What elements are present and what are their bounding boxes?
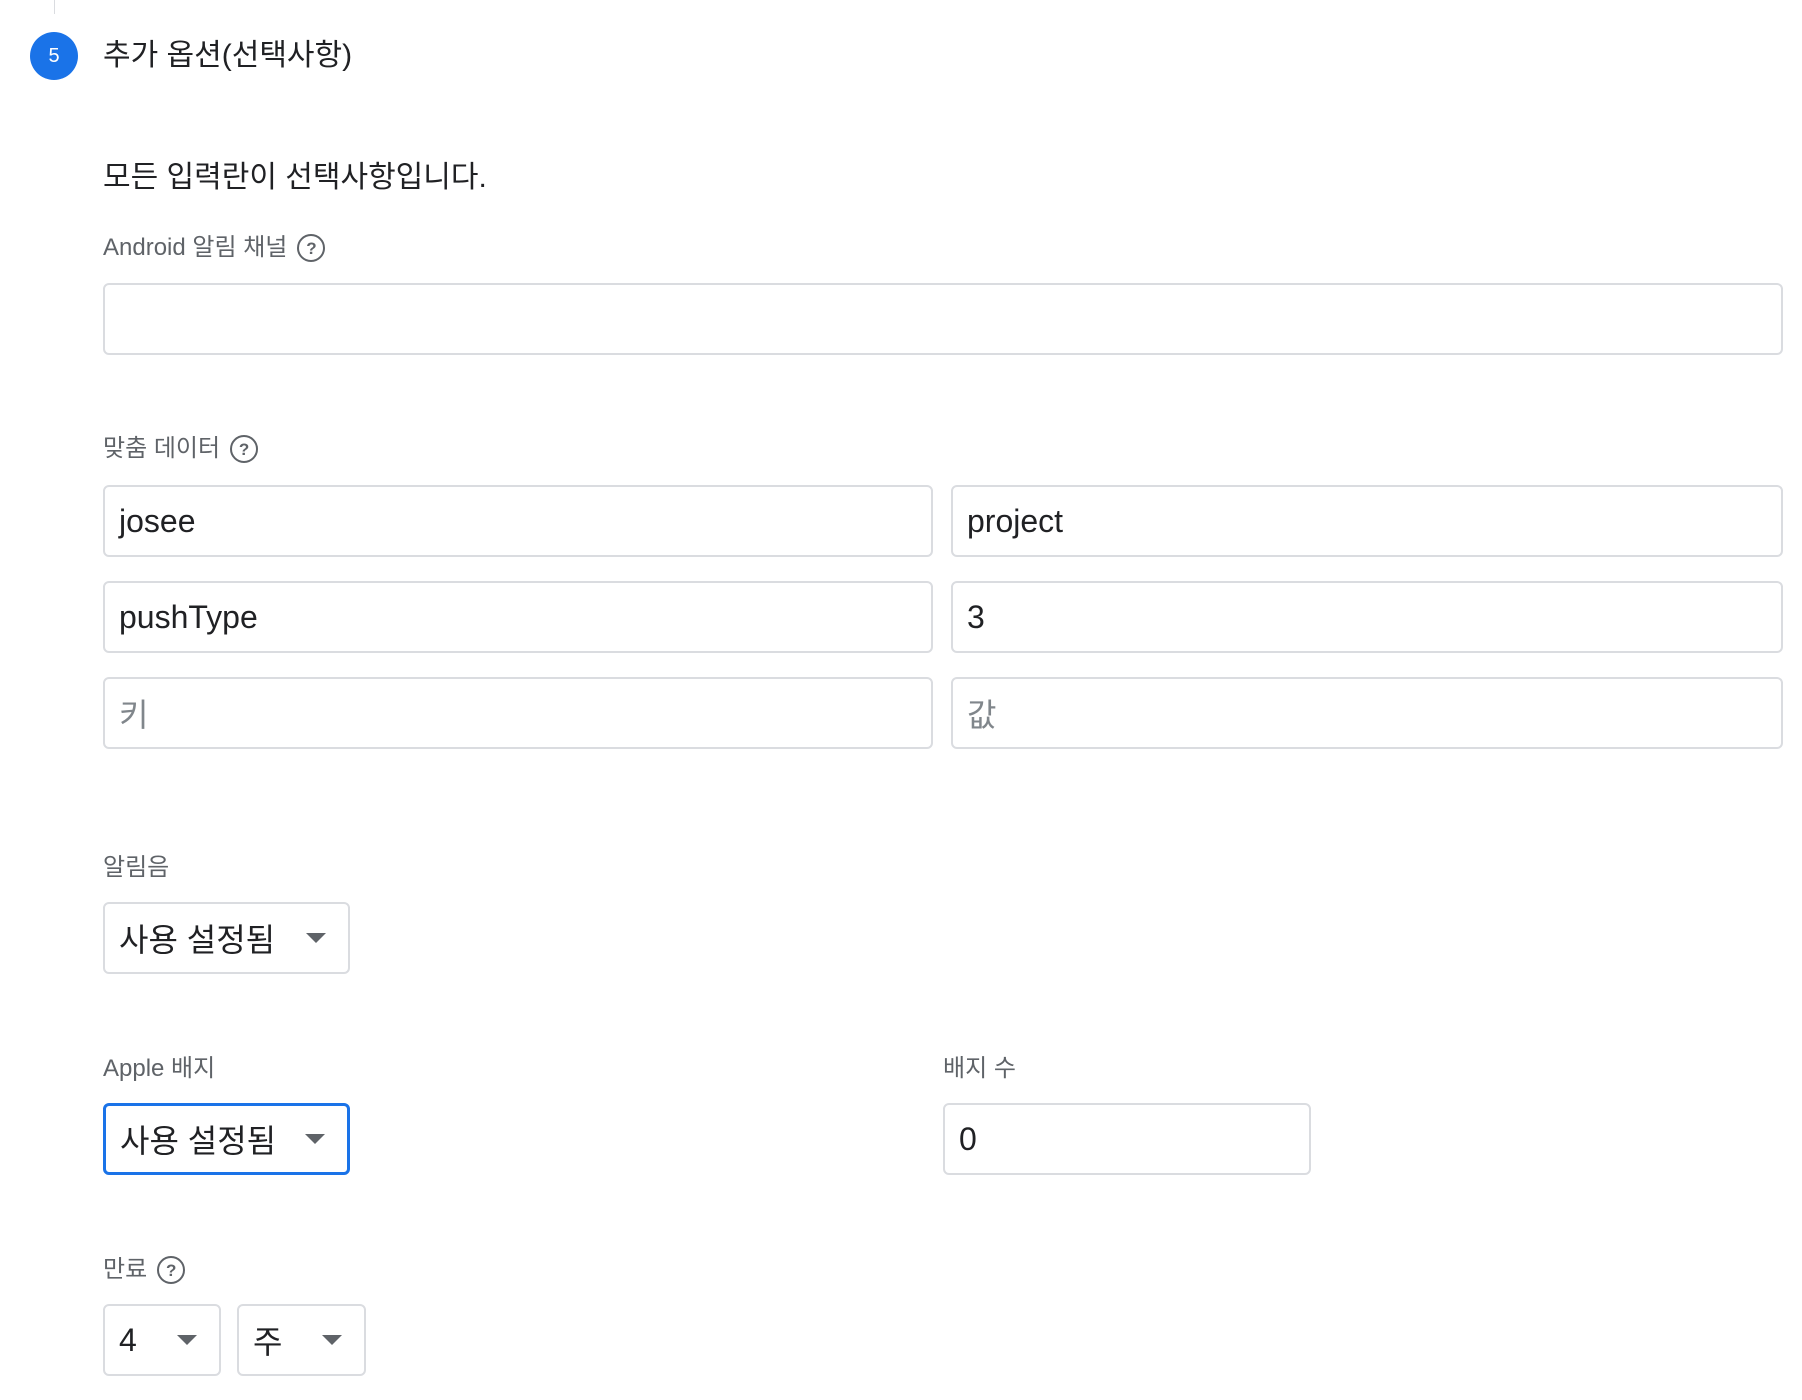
- badge-count-input[interactable]: 0: [943, 1103, 1311, 1175]
- dropdown-arrow-icon: [322, 1335, 342, 1345]
- custom-data-key-value: josee: [119, 502, 196, 539]
- sound-label: 알림음: [103, 854, 170, 881]
- android-channel-label: Android 알림 채널: [103, 234, 288, 261]
- help-icon[interactable]: ?: [157, 1256, 186, 1284]
- expiry-amount-select[interactable]: 4: [103, 1304, 221, 1376]
- step-number-badge: 5: [30, 32, 78, 80]
- dropdown-arrow-icon: [306, 933, 326, 943]
- help-icon[interactable]: ?: [230, 435, 259, 463]
- step-connector-line: [54, 0, 55, 14]
- dropdown-arrow-icon: [177, 1335, 197, 1345]
- value-placeholder: 값: [967, 697, 997, 733]
- custom-data-label-row: 맞춤 데이터 ?: [103, 433, 259, 465]
- help-icon[interactable]: ?: [297, 234, 326, 262]
- step-title: 추가 옵션(선택사항): [103, 39, 353, 72]
- apple-badge-label: Apple 배지: [103, 1055, 216, 1082]
- android-channel-label-row: Android 알림 채널 ?: [103, 232, 326, 264]
- badge-count-label: 배지 수: [943, 1055, 1016, 1082]
- badge-count-value: 0: [959, 1120, 977, 1157]
- intro-text: 모든 입력란이 선택사항입니다.: [103, 161, 487, 194]
- sound-select[interactable]: 사용 설정됨: [103, 902, 350, 974]
- custom-data-label: 맞춤 데이터: [103, 435, 221, 462]
- sound-selected-value: 사용 설정됨: [119, 922, 276, 958]
- custom-data-key-value: pushType: [119, 598, 258, 635]
- custom-data-key-input[interactable]: pushType: [103, 581, 933, 653]
- custom-data-value-input[interactable]: project: [951, 485, 1783, 557]
- expiry-amount-value: 4: [119, 1321, 137, 1358]
- custom-data-value-input-empty[interactable]: 값: [951, 677, 1783, 749]
- custom-data-value-input[interactable]: 3: [951, 581, 1783, 653]
- custom-data-value-value: 3: [967, 598, 985, 635]
- expiry-label-row: 만료 ?: [103, 1254, 186, 1286]
- custom-data-value-value: project: [967, 502, 1064, 539]
- apple-badge-select[interactable]: 사용 설정됨: [103, 1103, 350, 1175]
- expiry-label: 만료: [103, 1256, 148, 1283]
- dropdown-arrow-icon: [305, 1134, 325, 1144]
- apple-badge-selected-value: 사용 설정됨: [120, 1123, 277, 1159]
- android-channel-input[interactable]: [103, 283, 1783, 355]
- expiry-unit-select[interactable]: 주: [237, 1304, 366, 1376]
- expiry-unit-value: 주: [253, 1324, 283, 1360]
- custom-data-key-input-empty[interactable]: 키: [103, 677, 933, 749]
- custom-data-key-input[interactable]: josee: [103, 485, 933, 557]
- key-placeholder: 키: [119, 697, 149, 733]
